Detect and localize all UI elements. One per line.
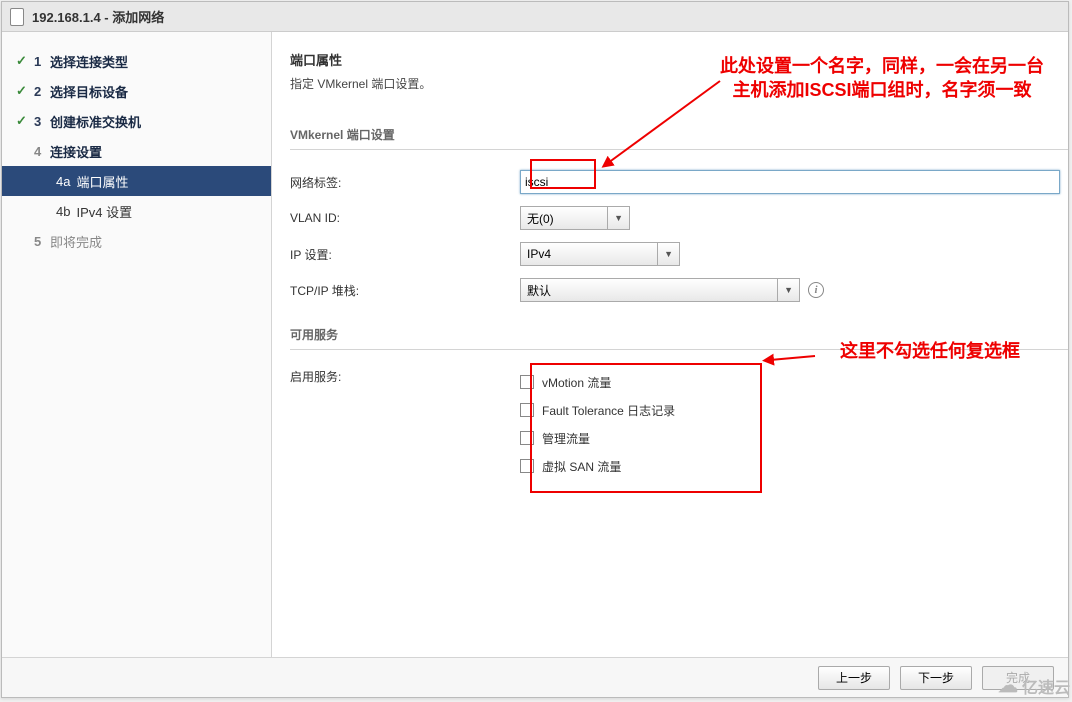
label-services: 启用服务: [290, 368, 520, 385]
network-label-input[interactable] [520, 170, 1060, 194]
row-tcpip: TCP/IP 堆栈: 默认▼ i [290, 272, 1068, 308]
info-icon[interactable]: i [808, 282, 824, 298]
service-mgmt: 管理流量 [520, 424, 675, 452]
label-tcpip: TCP/IP 堆栈: [290, 282, 520, 299]
service-vmotion: vMotion 流量 [520, 368, 675, 396]
label-vlan: VLAN ID: [290, 211, 520, 225]
service-ft: Fault Tolerance 日志记录 [520, 396, 675, 424]
cloud-icon: ☁ [998, 673, 1018, 698]
next-button[interactable]: 下一步 [900, 666, 972, 690]
host-icon [10, 8, 24, 26]
annotation-text-1: 此处设置一个名字，同样，一会在另一台主机添加ISCSI端口组时，名字须一致 [712, 54, 1052, 103]
checkbox-ft[interactable] [520, 403, 534, 417]
services-checkbox-group: vMotion 流量 Fault Tolerance 日志记录 管理流量 虚拟 … [520, 368, 675, 480]
step-2[interactable]: 2选择目标设备 [2, 76, 271, 106]
wizard-footer: 上一步 下一步 完成 [2, 657, 1068, 697]
chevron-down-icon: ▼ [657, 243, 673, 265]
chevron-down-icon: ▼ [607, 207, 623, 229]
row-services: 启用服务: vMotion 流量 Fault Tolerance 日志记录 管理… [290, 364, 1068, 480]
wizard-sidebar: 1选择连接类型 2选择目标设备 3创建标准交换机 4连接设置 4a端口属性 4b… [2, 32, 272, 657]
titlebar: 192.168.1.4 - 添加网络 [2, 2, 1068, 32]
service-vsan: 虚拟 SAN 流量 [520, 452, 675, 480]
watermark: ☁亿速云 [998, 673, 1070, 698]
step-3[interactable]: 3创建标准交换机 [2, 106, 271, 136]
substep-4b[interactable]: 4bIPv4 设置 [2, 196, 271, 226]
ip-select[interactable]: IPv4▼ [520, 242, 680, 266]
label-ip: IP 设置: [290, 246, 520, 263]
step-4[interactable]: 4连接设置 [2, 136, 271, 166]
label-network-label: 网络标签: [290, 174, 520, 191]
titlebar-text: 192.168.1.4 - 添加网络 [32, 7, 164, 26]
checkbox-vsan[interactable] [520, 459, 534, 473]
annotation-text-2: 这里不勾选任何复选框 [810, 339, 1050, 363]
substep-4a[interactable]: 4a端口属性 [2, 166, 271, 196]
group-vmkernel: VMkernel 端口设置 [290, 126, 1068, 150]
back-button[interactable]: 上一步 [818, 666, 890, 690]
tcpip-select[interactable]: 默认▼ [520, 278, 800, 302]
vlan-select[interactable]: 无(0)▼ [520, 206, 630, 230]
checkbox-vmotion[interactable] [520, 375, 534, 389]
row-ip: IP 设置: IPv4▼ [290, 236, 1068, 272]
row-vlan: VLAN ID: 无(0)▼ [290, 200, 1068, 236]
row-network-label: 网络标签: [290, 164, 1068, 200]
step-5[interactable]: 5即将完成 [2, 226, 271, 256]
step-1[interactable]: 1选择连接类型 [2, 46, 271, 76]
chevron-down-icon: ▼ [777, 279, 793, 301]
checkbox-mgmt[interactable] [520, 431, 534, 445]
